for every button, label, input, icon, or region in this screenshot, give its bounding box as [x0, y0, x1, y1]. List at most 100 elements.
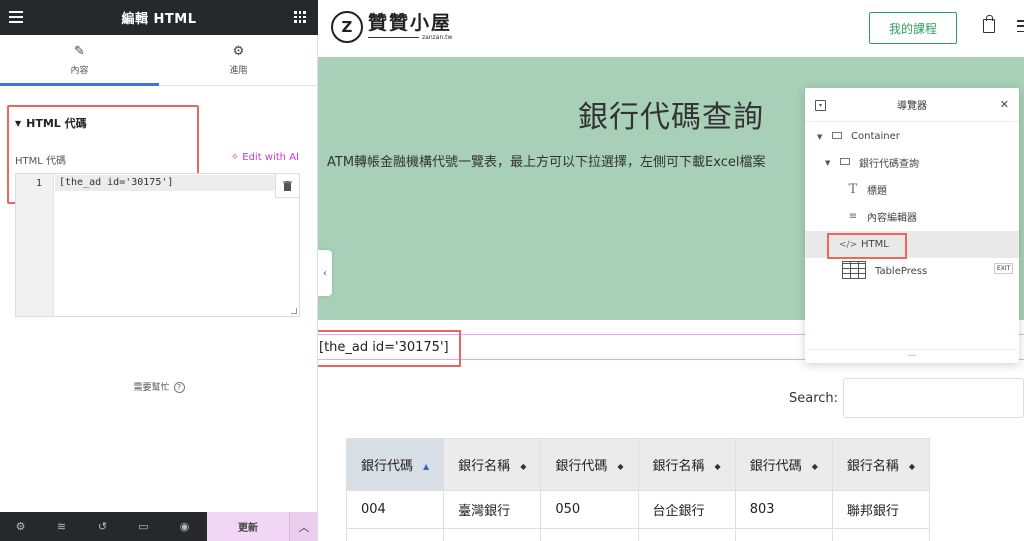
column-header-label: 銀行代碼: [749, 459, 802, 474]
container-icon: [829, 131, 845, 142]
table-search-label: Search:: [789, 391, 839, 406]
table-cell: [443, 528, 542, 541]
sort-asc-icon: ▲: [423, 462, 430, 471]
highlight-box-navigator: [827, 233, 907, 259]
column-header[interactable]: 銀行名稱 ◆: [637, 438, 736, 491]
column-header-label: 銀行名稱: [652, 459, 705, 474]
layers-icon[interactable]: ≋: [41, 512, 82, 541]
pencil-icon: ✎: [74, 43, 85, 59]
table-row: [345, 528, 931, 541]
column-header-label: 銀行代碼: [555, 459, 608, 474]
table-cell: [345, 528, 445, 541]
table-icon: [841, 261, 867, 282]
navigator-item-tablepress[interactable]: TablePress: [805, 258, 1019, 285]
navigator-item-label: 銀行代碼查詢: [859, 159, 919, 170]
panel-tabs: ✎ 內容 ⚙ 進階: [0, 35, 318, 86]
gear-icon: ⚙: [232, 43, 245, 59]
table-cell: [734, 528, 833, 541]
widgets-grid-icon[interactable]: [294, 11, 306, 23]
logo-mark[interactable]: Z: [331, 11, 363, 43]
section-title: HTML 代碼: [26, 117, 87, 130]
tab-advanced[interactable]: ⚙ 進階: [159, 35, 318, 85]
column-header[interactable]: 銀行代碼 ◆: [540, 438, 639, 491]
column-header[interactable]: 銀行名稱 ◆: [831, 438, 931, 491]
chevron-up-icon[interactable]: ︿: [289, 512, 318, 541]
preview-eye-icon[interactable]: ◉: [164, 512, 205, 541]
navigator-item-text-editor[interactable]: ≡ 內容編輯器: [805, 203, 1019, 230]
site-logo-text[interactable]: 贊贊小屋: [368, 8, 452, 35]
navigator-header[interactable]: ▾ 導覽器 ✕: [805, 88, 1019, 122]
column-header[interactable]: 銀行名稱 ◆: [443, 438, 542, 491]
navigator-item-inner-container[interactable]: ▼ 銀行代碼查詢: [805, 149, 1019, 176]
history-icon[interactable]: ↺: [82, 512, 123, 541]
line-number: 1: [35, 178, 42, 189]
table-cell: 台企銀行: [637, 490, 736, 529]
navigator-item-heading[interactable]: T 標題: [805, 176, 1019, 203]
edit-with-ai-link[interactable]: ✧ Edit with AI: [231, 152, 299, 163]
bank-code-table: 銀行代碼 ▲ 銀行名稱 ◆ 銀行代碼 ◆ 銀行名稱 ◆ 銀行代碼 ◆ 銀行名稱 ◆ 004 …: [345, 438, 931, 541]
table-cell: 聯邦銀行: [831, 490, 931, 529]
elementor-panel: 編輯 HTML ✎ 內容 ⚙ 進階 ▼ HTML 代碼 HTML 代碼 ✧ Ed…: [0, 0, 318, 541]
caret-down-icon: ▼: [15, 118, 22, 128]
column-header[interactable]: 銀行代碼 ▲: [345, 438, 445, 491]
table-cell: 臺灣銀行: [443, 490, 542, 529]
table-cell: 004: [345, 490, 445, 529]
my-courses-button[interactable]: 我的課程: [869, 12, 957, 44]
caret-down-icon[interactable]: ▼: [817, 133, 829, 141]
update-button[interactable]: 更新: [207, 512, 289, 541]
sort-icon: ◆: [714, 462, 721, 471]
navigator-item-label: 標題: [867, 186, 887, 197]
tab-advanced-label: 進階: [229, 65, 248, 76]
collapse-panel-chevron-icon[interactable]: ‹: [318, 250, 332, 296]
panel-title: 編輯 HTML: [121, 12, 197, 27]
exit-badge[interactable]: EXIT: [994, 263, 1014, 274]
table-cell: [540, 528, 639, 541]
code-line-text[interactable]: [the_ad id='30175']: [59, 177, 173, 188]
trash-icon[interactable]: [275, 174, 299, 198]
heading-icon: T: [848, 182, 858, 197]
column-header-label: 銀行名稱: [458, 459, 511, 474]
navigator-item-label: TablePress: [875, 266, 928, 277]
navigator-item-label: Container: [851, 131, 900, 142]
logo-divider: [368, 37, 419, 38]
text-editor-icon: ≡: [848, 211, 858, 222]
shopping-bag-icon[interactable]: [983, 15, 995, 33]
sort-icon: ◆: [617, 462, 624, 471]
table-cell: 803: [734, 490, 833, 529]
html-code-field-label: HTML 代碼: [15, 156, 67, 167]
table-cell: [637, 528, 736, 541]
table-cell: 050: [540, 490, 639, 529]
panel-header: 編輯 HTML: [0, 0, 318, 35]
column-header[interactable]: 銀行代碼 ◆: [734, 438, 833, 491]
navigator-resize-handle[interactable]: ...: [805, 349, 1019, 363]
navigator-panel: ▾ 導覽器 ✕ ▼ Container ▼ 銀行代碼查詢 T 標題 ≡ 內容編輯…: [805, 88, 1019, 363]
settings-icon[interactable]: ⚙: [0, 512, 41, 541]
navigator-item-label: 內容編輯器: [867, 213, 917, 224]
editor-root: 編輯 HTML ✎ 內容 ⚙ 進階 ▼ HTML 代碼 HTML 代碼 ✧ Ed…: [0, 0, 1024, 541]
column-header-label: 銀行代碼: [361, 459, 414, 474]
site-header: Z 贊贊小屋 zanzan.tw 我的課程: [318, 0, 1024, 57]
table-row: 004 臺灣銀行 050 台企銀行 803 聯邦銀行: [345, 490, 931, 529]
sort-icon: ◆: [811, 462, 818, 471]
tab-content-label: 內容: [70, 65, 89, 76]
html-code-editor[interactable]: 1 [the_ad id='30175']: [15, 173, 300, 317]
question-icon: ?: [173, 382, 185, 393]
container-icon: [837, 157, 853, 168]
navigator-item-container[interactable]: ▼ Container: [805, 123, 1019, 150]
highlight-box-output: [318, 330, 461, 367]
responsive-icon[interactable]: ▭: [123, 512, 164, 541]
collapse-all-icon[interactable]: ▾: [815, 100, 826, 111]
section-toggle[interactable]: ▼ HTML 代碼: [15, 115, 87, 131]
resize-handle-icon[interactable]: [291, 308, 297, 314]
menu-icon[interactable]: [1017, 20, 1024, 32]
column-header-label: 銀行名稱: [846, 459, 899, 474]
table-search-input[interactable]: [843, 378, 1024, 418]
site-logo-domain: zanzan.tw: [422, 34, 453, 41]
close-icon[interactable]: ✕: [1000, 98, 1009, 111]
caret-down-icon[interactable]: ▼: [825, 159, 837, 167]
hamburger-menu-icon[interactable]: [9, 11, 23, 23]
code-gutter: [16, 174, 54, 316]
navigator-title: 導覽器: [897, 101, 927, 112]
help-link[interactable]: 需要幫忙?: [0, 380, 318, 393]
tab-content[interactable]: ✎ 內容: [0, 35, 159, 86]
